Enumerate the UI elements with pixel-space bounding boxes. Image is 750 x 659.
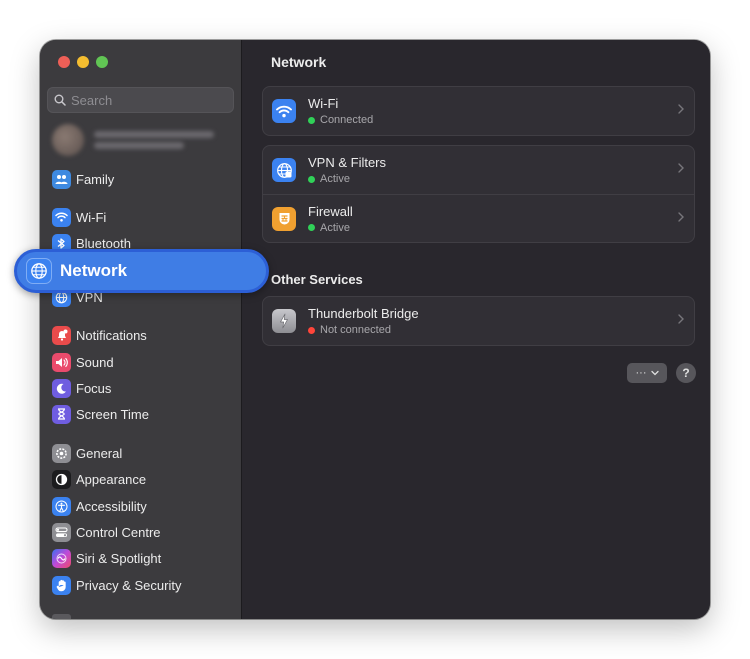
speaker-icon	[52, 352, 71, 372]
service-status: Not connected	[320, 324, 391, 336]
minimize-window-button[interactable]	[77, 56, 89, 68]
status-dot-red	[308, 326, 315, 334]
siri-icon	[52, 548, 71, 568]
search-input[interactable]	[71, 92, 221, 108]
globe-icon	[272, 158, 296, 182]
wifi-group: Wi-Fi Connected	[262, 86, 695, 136]
sidebar-item-appearance[interactable]: Appearance	[52, 468, 232, 490]
sidebar-item-network-highlight[interactable]: Network	[14, 249, 269, 293]
service-title: Thunderbolt Bridge	[308, 306, 419, 321]
help-button[interactable]: ?	[676, 363, 696, 383]
accessibility-icon	[52, 496, 71, 516]
wifi-icon	[52, 207, 71, 227]
status-dot-green	[308, 175, 315, 183]
sidebar-item-label: General	[76, 445, 123, 461]
sidebar-item-label: Accessibility	[76, 498, 147, 514]
sidebar-item-family[interactable]: Family	[52, 168, 232, 190]
other-services-heading: Other Services	[271, 272, 363, 287]
wifi-icon	[272, 99, 296, 123]
sidebar-item-screen-time[interactable]: Screen Time	[52, 403, 232, 425]
service-row-thunderbolt-bridge[interactable]: Thunderbolt Bridge Not connected	[263, 297, 694, 345]
sidebar-item-privacy-security[interactable]: Privacy & Security	[52, 574, 232, 596]
sidebar-item-label: Notifications	[76, 327, 147, 343]
sidebar-item-general[interactable]: General	[52, 442, 232, 464]
sidebar-item-siri-spotlight[interactable]: Siri & Spotlight	[52, 547, 232, 569]
globe-icon	[26, 258, 52, 284]
sidebar-item-label: Appearance	[76, 471, 147, 487]
thunderbolt-icon	[272, 309, 296, 333]
sidebar-item-label: Focus	[76, 380, 112, 396]
search-field[interactable]	[47, 87, 234, 113]
sidebar-item-label: Privacy & Security	[76, 577, 182, 593]
bell-icon	[52, 325, 71, 345]
service-status: Active	[320, 221, 350, 234]
sidebar: Family Wi-Fi Bluetooth VPN	[40, 40, 242, 619]
service-status: Active	[320, 173, 350, 185]
sidebar-item-label: Siri & Spotlight	[76, 550, 162, 566]
other-services-group: Thunderbolt Bridge Not connected	[262, 296, 695, 346]
service-title: VPN & Filters	[308, 155, 387, 170]
control-centre-icon	[52, 522, 71, 542]
blurred-account-name	[94, 127, 214, 153]
service-title: Firewall	[308, 203, 353, 219]
sidebar-item-label: Network	[60, 261, 128, 280]
gear-icon	[52, 443, 71, 463]
close-window-button[interactable]	[58, 56, 70, 68]
hand-icon	[52, 575, 71, 595]
sidebar-item-label: Wi-Fi	[76, 209, 107, 225]
status-dot-green	[308, 116, 315, 124]
chevron-down-icon	[650, 370, 659, 376]
sidebar-item-label: Screen Time	[76, 406, 149, 422]
service-row-wifi[interactable]: Wi-Fi Connected	[263, 87, 694, 135]
sidebar-item-label: Family	[76, 171, 115, 187]
service-title: Wi-Fi	[308, 96, 339, 111]
settings-window: Family Wi-Fi Bluetooth VPN	[40, 40, 710, 619]
appearance-icon	[52, 469, 71, 489]
sidebar-item-label: Control Centre	[76, 524, 161, 540]
network-pane: Network Wi-Fi Connected VPN & Filters Ac…	[243, 40, 710, 619]
status-dot-green	[308, 224, 315, 231]
sidebar-item-wifi[interactable]: Wi-Fi	[52, 206, 232, 228]
chevron-right-icon	[678, 314, 684, 324]
chevron-right-icon	[678, 163, 684, 173]
zoom-window-button[interactable]	[96, 56, 108, 68]
more-options-button[interactable]: ···	[627, 363, 667, 383]
service-row-firewall[interactable]: Firewall Active	[263, 194, 694, 242]
window-controls	[58, 56, 108, 68]
sidebar-item-sound[interactable]: Sound	[52, 351, 232, 373]
sidebar-item-notifications[interactable]: Notifications	[52, 324, 232, 346]
sidebar-item-focus[interactable]: Focus	[52, 377, 232, 399]
security-group: VPN & Filters Active Firewall Active	[262, 145, 695, 243]
search-icon	[54, 94, 66, 106]
sidebar-item-label: Sound	[76, 354, 114, 370]
firewall-icon	[272, 206, 296, 231]
chevron-right-icon	[678, 104, 684, 114]
chevron-right-icon	[678, 212, 684, 222]
more-options-label: ···	[635, 367, 647, 379]
sidebar-item-control-centre[interactable]: Control Centre	[52, 521, 232, 543]
sidebar-item-partial	[52, 614, 71, 619]
page-title: Network	[271, 54, 327, 70]
service-status: Connected	[320, 114, 374, 126]
service-row-vpn-filters[interactable]: VPN & Filters Active	[263, 146, 694, 194]
apple-account-profile[interactable]	[52, 122, 232, 158]
avatar	[52, 124, 84, 156]
hourglass-icon	[52, 404, 71, 424]
family-icon	[52, 169, 71, 189]
moon-icon	[52, 378, 71, 398]
sidebar-item-accessibility[interactable]: Accessibility	[52, 495, 232, 517]
